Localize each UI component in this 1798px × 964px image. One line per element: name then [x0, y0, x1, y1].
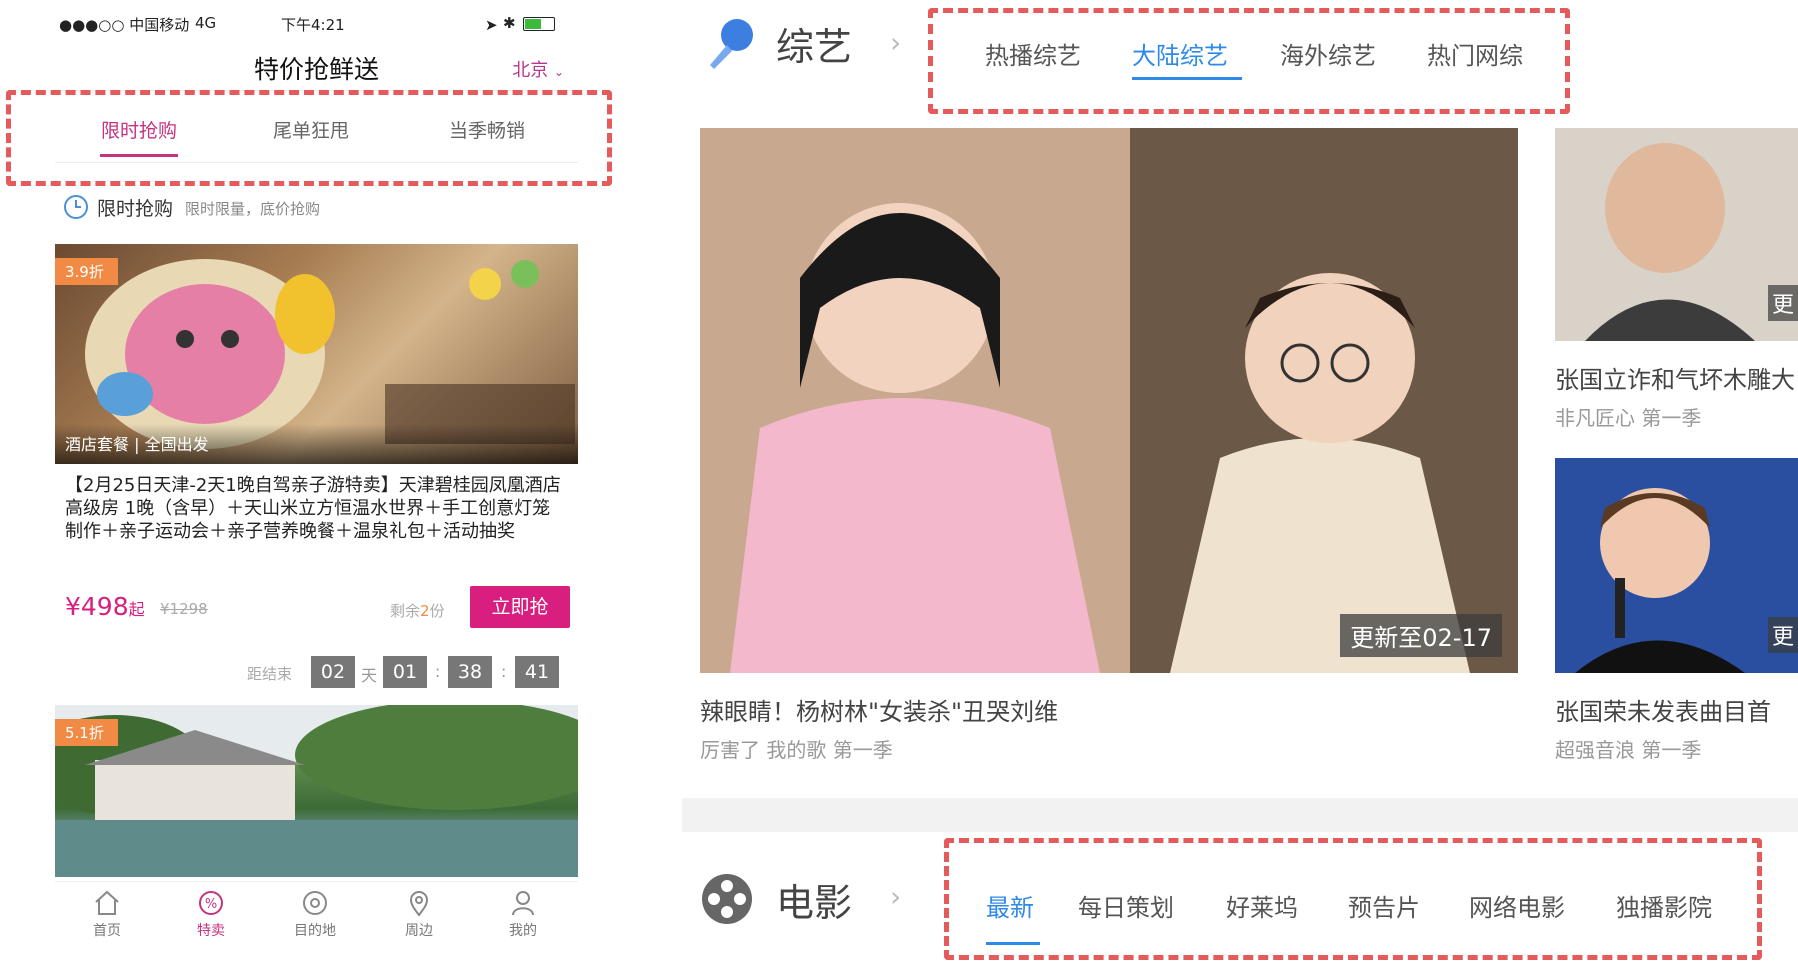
price-suffix: 起: [128, 600, 145, 619]
countdown-seconds: 41: [515, 656, 559, 688]
image-caption-overlay: 酒店套餐 | 全国出发: [55, 424, 578, 464]
network-label: 4G: [195, 14, 217, 32]
original-price: ¥1298: [160, 600, 208, 618]
destination-icon: [303, 891, 327, 915]
bluetooth-icon: ✱: [503, 14, 516, 32]
svg-text:%: %: [205, 897, 217, 912]
update-badge: 更新至02-17: [1340, 614, 1502, 657]
clock-icon: [64, 195, 88, 219]
tabbar-profile[interactable]: 我的: [471, 882, 575, 940]
chevron-down-icon: ⌄: [553, 65, 564, 79]
tabbar-nearby[interactable]: 周边: [367, 882, 471, 940]
tabbar-home[interactable]: 首页: [55, 882, 159, 940]
countdown-hours: 01: [383, 656, 427, 688]
side-video-title[interactable]: 张国立诈和气坏木雕大: [1555, 360, 1798, 395]
remaining-stock: 剩余2份: [390, 600, 445, 621]
tabbar-sale[interactable]: % 特卖: [159, 882, 263, 940]
microphone-icon: [710, 19, 753, 69]
lakeside-hotel-photo: [55, 705, 578, 877]
deal-image[interactable]: 5.1折: [55, 705, 578, 877]
tabbar-label: 周边: [405, 923, 433, 939]
buy-now-button[interactable]: 立即抢: [470, 586, 570, 628]
main-video-subtitle[interactable]: 厉害了 我的歌 第一季: [700, 734, 893, 763]
chevron-right-icon[interactable]: ›: [890, 26, 901, 59]
section-divider: [682, 798, 1798, 832]
tabbar-label: 首页: [93, 923, 121, 939]
nav-bar: 特价抢鲜送 北京 ⌄: [55, 38, 578, 91]
side-video-thumbnail[interactable]: 更: [1555, 128, 1798, 341]
countdown-label: 距结束: [247, 665, 293, 683]
battery-icon: [523, 17, 555, 31]
price-row: ¥498起 ¥1298 剩余2份 立即抢: [65, 586, 570, 630]
side-video-subtitle[interactable]: 非凡匠心 第一季: [1555, 402, 1701, 431]
price-value: ¥498: [65, 592, 129, 621]
location-arrow-icon: ➤: [485, 16, 498, 34]
countdown-days: 02: [311, 656, 355, 688]
price: ¥498起: [65, 592, 145, 621]
movie-section-title[interactable]: 电影: [776, 872, 852, 927]
discount-badge: 5.1折: [55, 719, 118, 746]
time-separator: :: [435, 662, 441, 681]
deal-description[interactable]: 【2月25日天津-2天1晚自驾亲子游特卖】天津碧桂园凤凰酒店高级房 1晚（含早）…: [65, 474, 565, 543]
day-unit: 天: [361, 666, 378, 685]
city-selector[interactable]: 北京 ⌄: [512, 56, 564, 82]
update-badge: 更: [1767, 617, 1798, 653]
bottom-tab-bar: 首页 % 特卖 目的地 周边 我的: [55, 881, 578, 947]
update-badge: 更: [1767, 285, 1798, 321]
section-title: 限时抢购: [97, 198, 174, 220]
clock-label: 下午4:21: [281, 16, 345, 34]
tabbar-label: 特卖: [197, 923, 225, 939]
highlight-box: [928, 8, 1570, 114]
time-separator: :: [501, 662, 507, 681]
chevron-right-icon[interactable]: ›: [890, 880, 901, 913]
location-pin-icon: [409, 891, 429, 917]
remaining-prefix: 剩余: [390, 602, 421, 620]
carrier-label: ●●●○○ 中国移动: [59, 16, 190, 34]
countdown-timer: 距结束 02 天 01 : 38 : 41: [55, 656, 570, 690]
tabbar-label: 我的: [509, 923, 537, 939]
singer-still: [1555, 458, 1798, 673]
home-icon: [95, 890, 119, 915]
discount-badge: 3.9折: [55, 258, 118, 285]
user-icon: [512, 891, 534, 916]
countdown-minutes: 38: [448, 656, 492, 688]
section-header: 限时抢购 限时限量，底价抢购: [55, 190, 578, 226]
remaining-suffix: 份: [429, 602, 445, 620]
tabbar-destination[interactable]: 目的地: [263, 882, 367, 940]
variety-section-title[interactable]: 综艺: [776, 16, 852, 71]
section-subtitle: 限时限量，底价抢购: [185, 200, 321, 218]
main-video-thumbnail[interactable]: 更新至02-17: [700, 128, 1518, 673]
highlight-box: [6, 90, 612, 186]
variety-show-still: [700, 128, 1518, 673]
film-reel-icon: [702, 874, 752, 924]
image-caption: 酒店套餐 | 全国出发: [65, 435, 209, 454]
page-title: 特价抢鲜送: [253, 55, 379, 84]
side-video-title[interactable]: 张国荣未发表曲目首: [1555, 692, 1798, 727]
discount-icon: %: [199, 891, 223, 915]
highlight-box: [944, 838, 1762, 960]
side-video-subtitle[interactable]: 超强音浪 第一季: [1555, 734, 1701, 763]
main-video-title[interactable]: 辣眼睛！杨树林"女装杀"丑哭刘维: [700, 692, 1058, 727]
remaining-count: 2: [420, 602, 430, 620]
elderly-man-still: [1555, 128, 1798, 341]
tabbar-label: 目的地: [294, 923, 336, 939]
city-label: 北京: [512, 60, 549, 81]
side-video-thumbnail[interactable]: 更: [1555, 458, 1798, 673]
status-bar: ●●●○○ 中国移动 4G 下午4:21 ➤ ✱: [55, 8, 578, 38]
deal-image[interactable]: 3.9折 酒店套餐 | 全国出发: [55, 244, 578, 464]
